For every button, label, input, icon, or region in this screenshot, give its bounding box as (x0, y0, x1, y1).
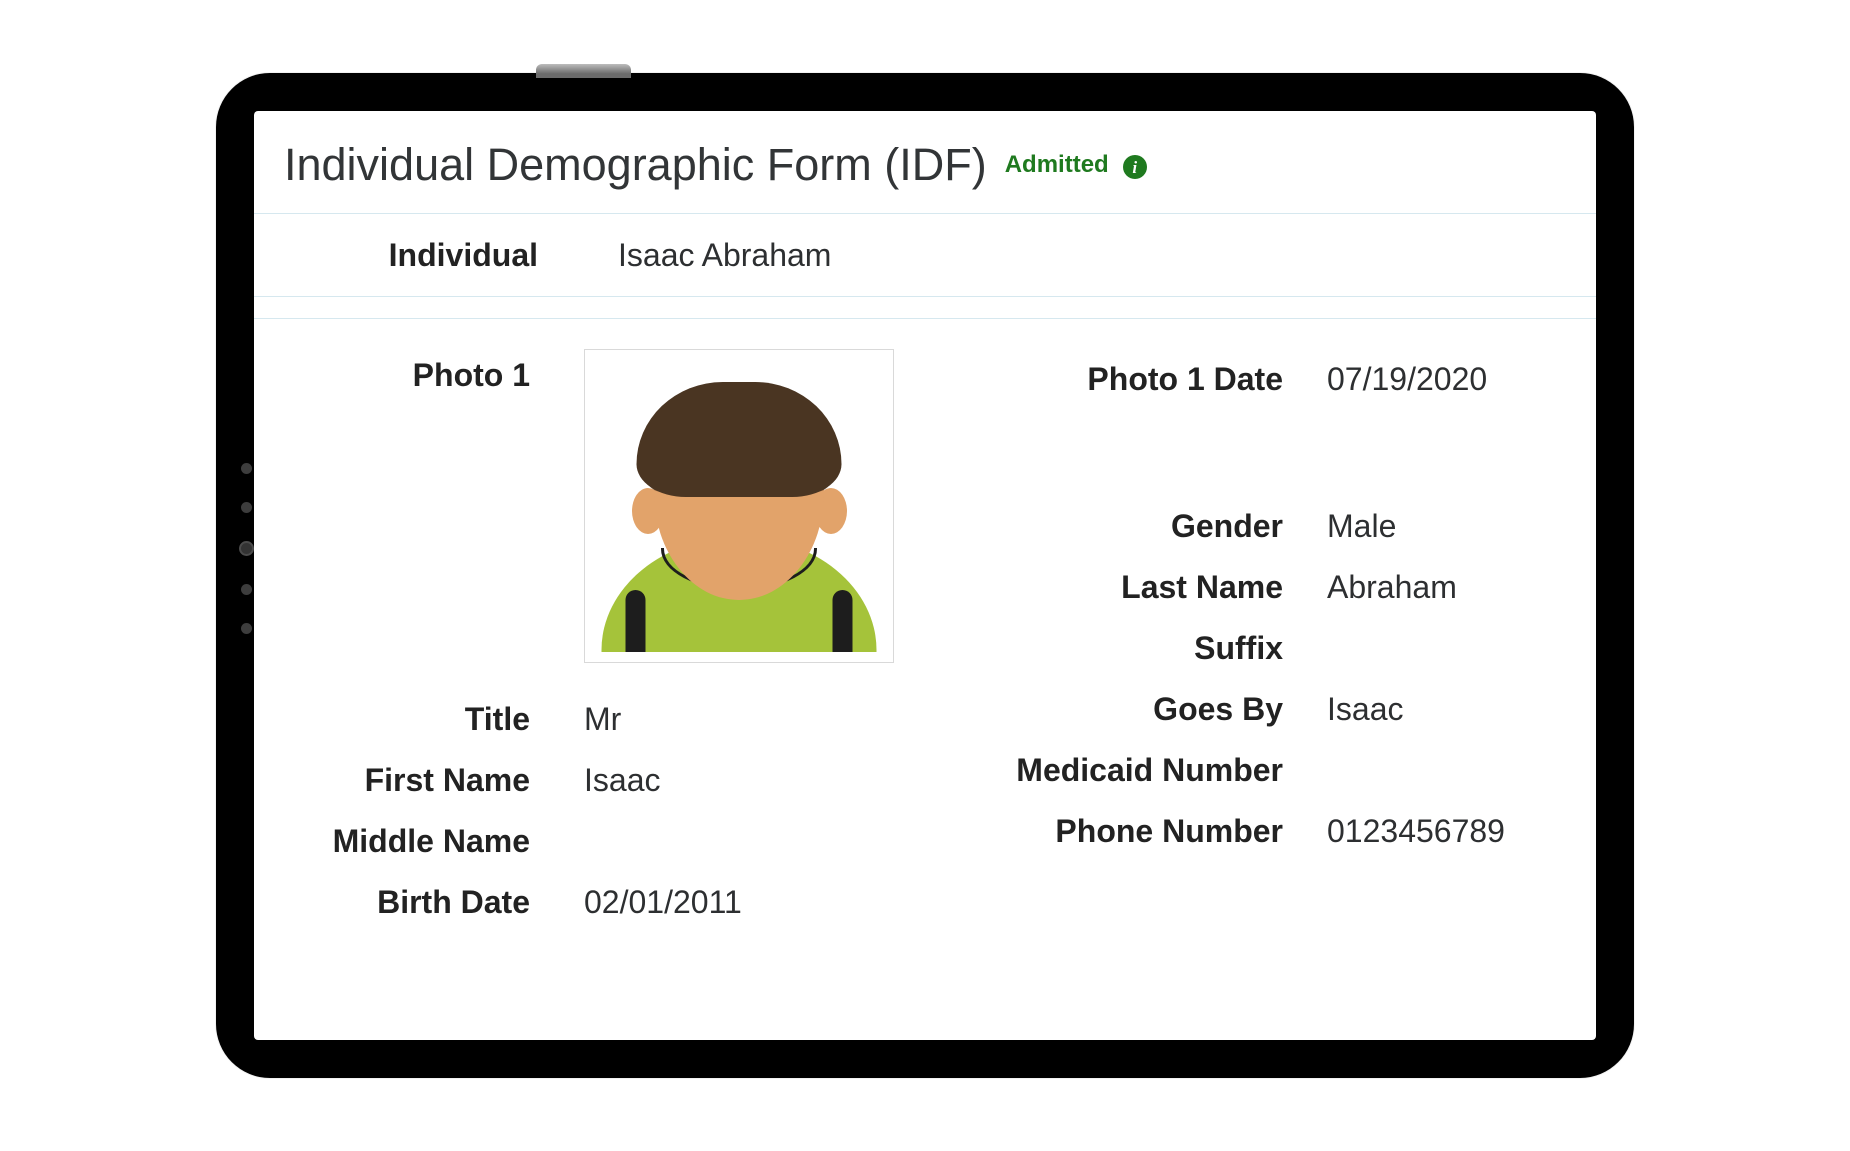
avatar-icon (602, 372, 877, 652)
status-badge: Admitted (1005, 151, 1109, 179)
title-value: Mr (584, 701, 925, 738)
title-label: Title (254, 701, 530, 738)
first-name-row: First Name Isaac (254, 750, 925, 811)
individual-band: Individual Isaac Abraham (254, 213, 1596, 297)
left-column: Photo 1 (254, 349, 925, 933)
first-name-label: First Name (254, 762, 530, 799)
individual-label: Individual (254, 237, 538, 274)
photo1-date-value: 07/19/2020 (1327, 361, 1596, 398)
last-name-row: Last Name Abraham (925, 557, 1596, 618)
suffix-row: Suffix (925, 618, 1596, 679)
divider (254, 297, 1596, 319)
first-name-value: Isaac (584, 762, 925, 799)
right-column: Photo 1 Date 07/19/2020 Gender Male Last… (925, 349, 1596, 933)
phone-label: Phone Number (925, 813, 1283, 850)
screen: Individual Demographic Form (IDF) Admitt… (254, 111, 1596, 1040)
title-row: Title Mr (254, 689, 925, 750)
middle-name-row: Middle Name (254, 811, 925, 872)
goes-by-row: Goes By Isaac (925, 679, 1596, 740)
info-icon[interactable]: i (1123, 155, 1147, 179)
middle-name-label: Middle Name (254, 823, 530, 860)
phone-value: 0123456789 (1327, 813, 1596, 850)
page-header: Individual Demographic Form (IDF) Admitt… (254, 111, 1596, 213)
individual-name: Isaac Abraham (538, 237, 831, 274)
phone-row: Phone Number 0123456789 (925, 801, 1596, 862)
photo1-row: Photo 1 (254, 349, 925, 689)
tablet-frame: Individual Demographic Form (IDF) Admitt… (216, 73, 1634, 1078)
photo1-date-label: Photo 1 Date (925, 361, 1283, 398)
individual-row: Individual Isaac Abraham (254, 225, 1596, 286)
stage: Individual Demographic Form (IDF) Admitt… (0, 0, 1850, 1151)
form-body: Photo 1 (254, 319, 1596, 933)
medicaid-row: Medicaid Number (925, 740, 1596, 801)
side-dot (241, 502, 252, 513)
gender-value: Male (1327, 508, 1596, 545)
photo1-date-row: Photo 1 Date 07/19/2020 (925, 349, 1596, 410)
side-dot (241, 463, 252, 474)
page-title: Individual Demographic Form (IDF) (284, 139, 987, 191)
photo1-thumbnail[interactable] (584, 349, 894, 663)
medicaid-label: Medicaid Number (925, 752, 1283, 789)
last-name-label: Last Name (925, 569, 1283, 606)
spacer (925, 410, 1596, 496)
gender-label: Gender (925, 508, 1283, 545)
birth-date-row: Birth Date 02/01/2011 (254, 872, 925, 933)
goes-by-value: Isaac (1327, 691, 1596, 728)
side-dot (241, 623, 252, 634)
last-name-value: Abraham (1327, 569, 1596, 606)
suffix-label: Suffix (925, 630, 1283, 667)
gender-row: Gender Male (925, 496, 1596, 557)
birth-date-label: Birth Date (254, 884, 530, 921)
home-button-icon[interactable] (239, 541, 254, 556)
photo1-label: Photo 1 (254, 349, 530, 394)
tablet-side-controls (239, 463, 254, 634)
birth-date-value: 02/01/2011 (584, 884, 925, 921)
goes-by-label: Goes By (925, 691, 1283, 728)
side-dot (241, 584, 252, 595)
